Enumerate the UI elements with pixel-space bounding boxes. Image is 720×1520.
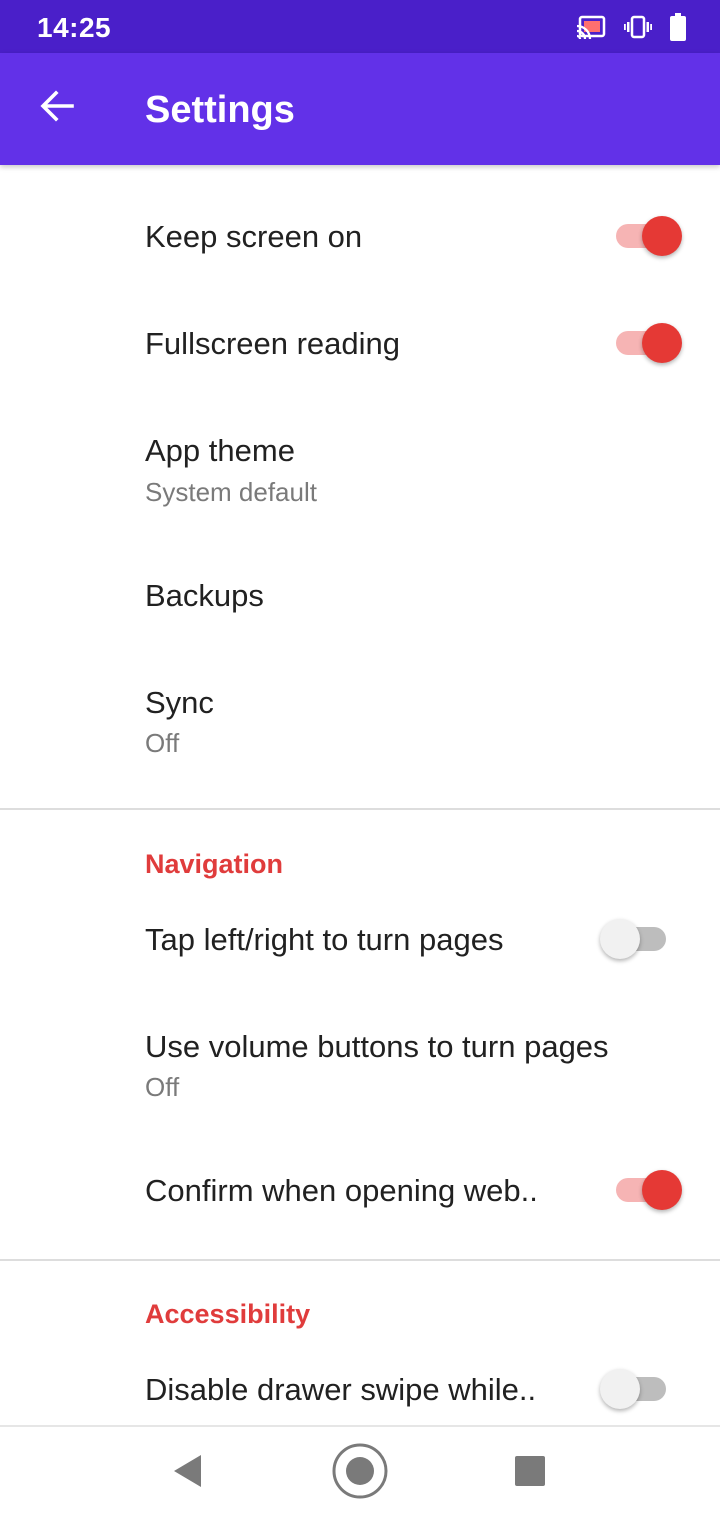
nav-back-button[interactable] (156, 1441, 220, 1505)
home-circle-icon (331, 1442, 389, 1505)
section-header-accessibility: Accessibility (145, 1299, 311, 1329)
status-bar: 14:25 (0, 0, 720, 53)
system-nav-bar (0, 1425, 720, 1520)
setting-tap-to-turn[interactable]: Tap left/right to turn pages (0, 895, 720, 981)
switch-thumb (600, 1369, 640, 1409)
nav-home-button[interactable] (328, 1441, 392, 1505)
setting-summary: Off (145, 728, 180, 758)
battery-icon (670, 13, 686, 41)
switch-thumb (600, 919, 640, 959)
setting-title: Confirm when opening web.. (145, 1173, 538, 1208)
setting-title: Sync (145, 685, 214, 720)
switch-thumb (642, 216, 682, 256)
setting-summary: System default (145, 477, 317, 507)
status-icons (576, 12, 686, 42)
setting-sync[interactable]: Sync Off (0, 663, 720, 803)
setting-app-theme[interactable]: App theme System default (0, 413, 720, 523)
switch-thumb (642, 1170, 682, 1210)
setting-fullscreen-reading[interactable]: Fullscreen reading (0, 307, 720, 413)
setting-title: Fullscreen reading (145, 326, 401, 361)
section-divider (0, 1259, 720, 1261)
disable-drawer-swipe-switch[interactable] (600, 1363, 670, 1413)
back-button[interactable] (22, 73, 92, 143)
setting-disable-drawer-swipe[interactable]: Disable drawer swipe while.. (0, 1345, 720, 1425)
status-time: 14:25 (37, 12, 112, 43)
setting-title: Tap left/right to turn pages (145, 922, 504, 957)
nav-recents-button[interactable] (498, 1441, 562, 1505)
settings-screen: 14:25 Settings Keep screen on Fullscreen… (0, 0, 720, 1520)
setting-keep-screen-on[interactable]: Keep screen on (0, 165, 720, 307)
setting-confirm-web[interactable]: Confirm when opening web.. (0, 1151, 720, 1251)
section-header-navigation: Navigation (145, 849, 284, 879)
settings-list: Keep screen on Fullscreen reading App th… (0, 165, 720, 1425)
arrow-left-icon (39, 88, 75, 129)
page-title: Settings (145, 89, 295, 131)
setting-title: Keep screen on (145, 219, 363, 254)
setting-title: Backups (145, 578, 264, 613)
tap-to-turn-switch[interactable] (600, 913, 670, 963)
setting-summary: Off (145, 1072, 180, 1102)
setting-title: Disable drawer swipe while.. (145, 1372, 537, 1407)
setting-volume-buttons[interactable]: Use volume buttons to turn pages Off (0, 981, 720, 1151)
vibrate-icon (624, 14, 652, 40)
back-triangle-icon (171, 1453, 205, 1494)
keep-screen-on-switch[interactable] (612, 210, 682, 260)
cast-icon (576, 15, 606, 39)
recents-square-icon (514, 1455, 546, 1492)
section-divider (0, 808, 720, 810)
fullscreen-reading-switch[interactable] (612, 317, 682, 367)
confirm-web-switch[interactable] (612, 1164, 682, 1214)
app-bar: Settings (0, 53, 720, 165)
setting-title: App theme (145, 433, 295, 468)
setting-backups[interactable]: Backups (0, 523, 720, 663)
switch-thumb (642, 323, 682, 363)
setting-title: Use volume buttons to turn pages (145, 1029, 609, 1064)
